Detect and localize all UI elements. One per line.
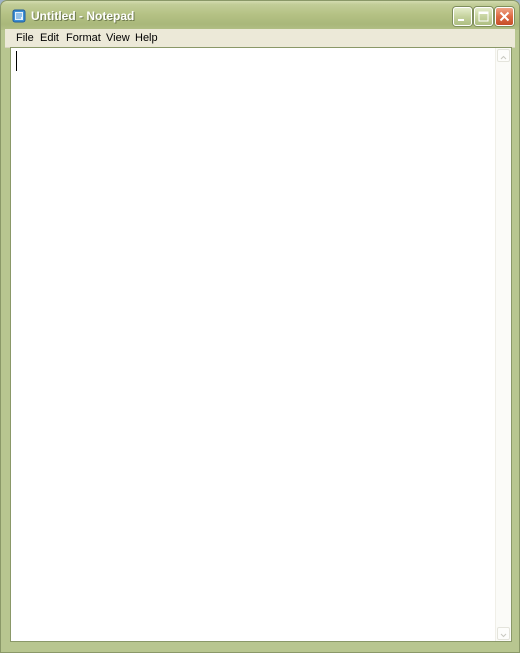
menu-view[interactable]: View <box>106 32 130 44</box>
menu-bar: File Edit Format View Help <box>5 29 515 48</box>
chevron-down-icon <box>500 633 507 638</box>
scroll-up-button[interactable] <box>497 49 510 62</box>
text-editor[interactable] <box>10 47 512 642</box>
minimize-button[interactable] <box>453 7 472 26</box>
close-icon <box>499 11 510 22</box>
notepad-window: Untitled - Notepad File Edit Format View… <box>0 0 520 653</box>
close-button[interactable] <box>495 7 514 26</box>
menu-edit[interactable]: Edit <box>40 32 59 44</box>
maximize-button[interactable] <box>474 7 493 26</box>
title-bar[interactable]: Untitled - Notepad <box>1 1 519 30</box>
vertical-scrollbar[interactable] <box>495 48 511 641</box>
chevron-up-icon <box>500 55 507 60</box>
text-caret <box>16 51 17 71</box>
menu-help[interactable]: Help <box>135 32 158 44</box>
scroll-down-button[interactable] <box>497 627 510 640</box>
minimize-icon <box>458 19 464 21</box>
notepad-icon[interactable] <box>12 9 26 23</box>
menu-format[interactable]: Format <box>66 32 101 44</box>
menu-file[interactable]: File <box>16 32 34 44</box>
maximize-icon <box>478 11 489 22</box>
window-title: Untitled - Notepad <box>31 9 135 23</box>
